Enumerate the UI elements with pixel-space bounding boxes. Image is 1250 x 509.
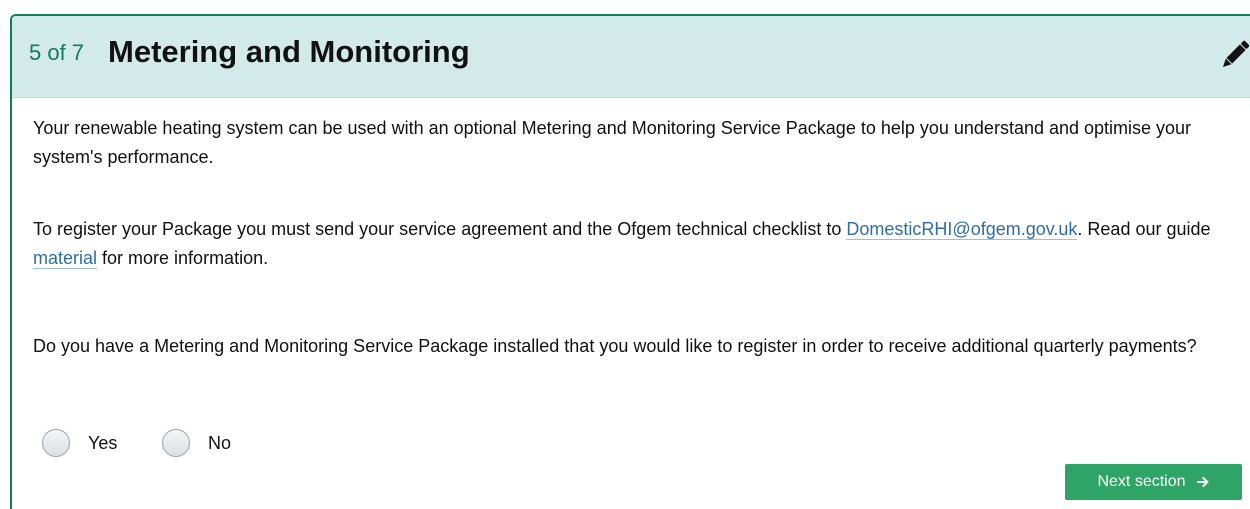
radio-button-yes[interactable] bbox=[42, 429, 70, 457]
intro-text: Your renewable heating system can be use… bbox=[33, 118, 1192, 167]
arrow-right-icon bbox=[1196, 475, 1210, 489]
register-suffix: for more information. bbox=[97, 248, 269, 268]
radio-option-no[interactable]: No bbox=[162, 428, 231, 458]
section-panel: 5 of 7 Metering and Monitoring Your rene… bbox=[10, 14, 1250, 509]
radio-option-yes[interactable]: Yes bbox=[42, 428, 117, 458]
register-prefix: To register your Package you must send y… bbox=[33, 219, 847, 239]
pencil-icon[interactable] bbox=[1220, 38, 1250, 72]
step-indicator: 5 of 7 bbox=[29, 40, 85, 65]
radio-button-no[interactable] bbox=[162, 429, 190, 457]
guide-material-link[interactable]: material bbox=[33, 248, 98, 269]
section-header: 5 of 7 Metering and Monitoring bbox=[12, 16, 1250, 98]
register-middle: . Read our guide bbox=[1077, 219, 1211, 239]
next-section-button[interactable]: Next section bbox=[1065, 464, 1242, 500]
email-link[interactable]: DomesticRHI@ofgem.gov.uk bbox=[846, 219, 1078, 240]
radio-label-yes: Yes bbox=[88, 432, 118, 453]
register-text: To register your Package you must send y… bbox=[33, 215, 1241, 273]
next-section-label: Next section bbox=[1097, 473, 1186, 490]
radio-label-no: No bbox=[208, 432, 232, 453]
section-title: Metering and Monitoring bbox=[108, 34, 470, 69]
question-text: Do you have a Metering and Monitoring Se… bbox=[33, 336, 1197, 356]
